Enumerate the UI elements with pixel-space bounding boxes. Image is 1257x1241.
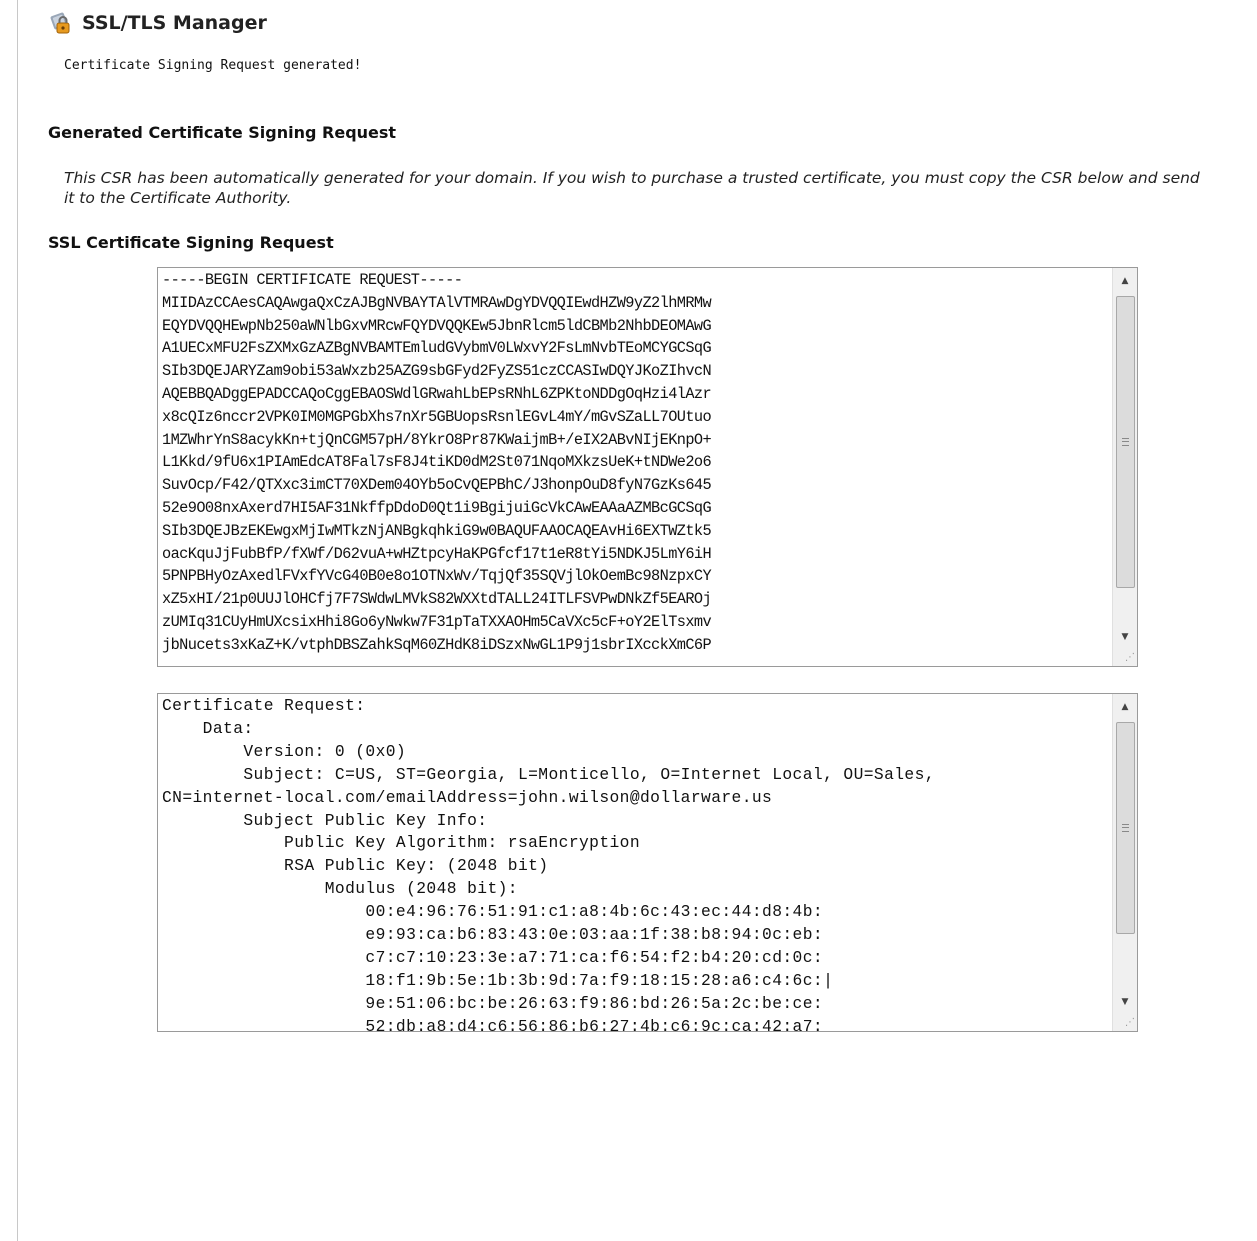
page-left-border <box>17 0 18 1241</box>
scroll-down-arrow-icon[interactable]: ▼ <box>1113 991 1137 1013</box>
scroll-down-arrow-icon[interactable]: ▼ <box>1113 626 1137 648</box>
scroll-up-arrow-icon[interactable]: ▲ <box>1113 270 1137 292</box>
scroll-up-arrow-icon[interactable]: ▲ <box>1113 696 1137 718</box>
ssl-lock-icon <box>50 12 70 34</box>
resize-handle-icon[interactable]: ⋰ <box>1123 652 1135 664</box>
scroll-thumb[interactable] <box>1116 296 1135 588</box>
decoded-csr-textarea[interactable]: Certificate Request: Data: Version: 0 (0… <box>157 693 1138 1032</box>
section-heading: Generated Certificate Signing Request <box>48 123 397 142</box>
grip-icon <box>1122 824 1129 832</box>
grip-icon <box>1122 438 1129 446</box>
csr-scrollbar[interactable]: ▲ ▼ <box>1112 268 1137 666</box>
resize-handle-icon[interactable]: ⋰ <box>1123 1017 1135 1029</box>
decoded-scrollbar[interactable]: ▲ ▼ <box>1112 694 1137 1031</box>
page-header: SSL/TLS Manager <box>48 8 267 38</box>
scroll-thumb[interactable] <box>1116 722 1135 934</box>
csr-textarea[interactable]: -----BEGIN CERTIFICATE REQUEST----- MIID… <box>157 267 1138 667</box>
csr-text[interactable]: -----BEGIN CERTIFICATE REQUEST----- MIID… <box>158 268 1108 666</box>
decoded-csr-text[interactable]: Certificate Request: Data: Version: 0 (0… <box>158 694 1108 1031</box>
status-message: Certificate Signing Request generated! <box>64 58 362 73</box>
csr-label: SSL Certificate Signing Request <box>48 233 334 252</box>
page-title: SSL/TLS Manager <box>82 12 267 34</box>
intro-text: This CSR has been automatically generate… <box>64 169 1200 207</box>
